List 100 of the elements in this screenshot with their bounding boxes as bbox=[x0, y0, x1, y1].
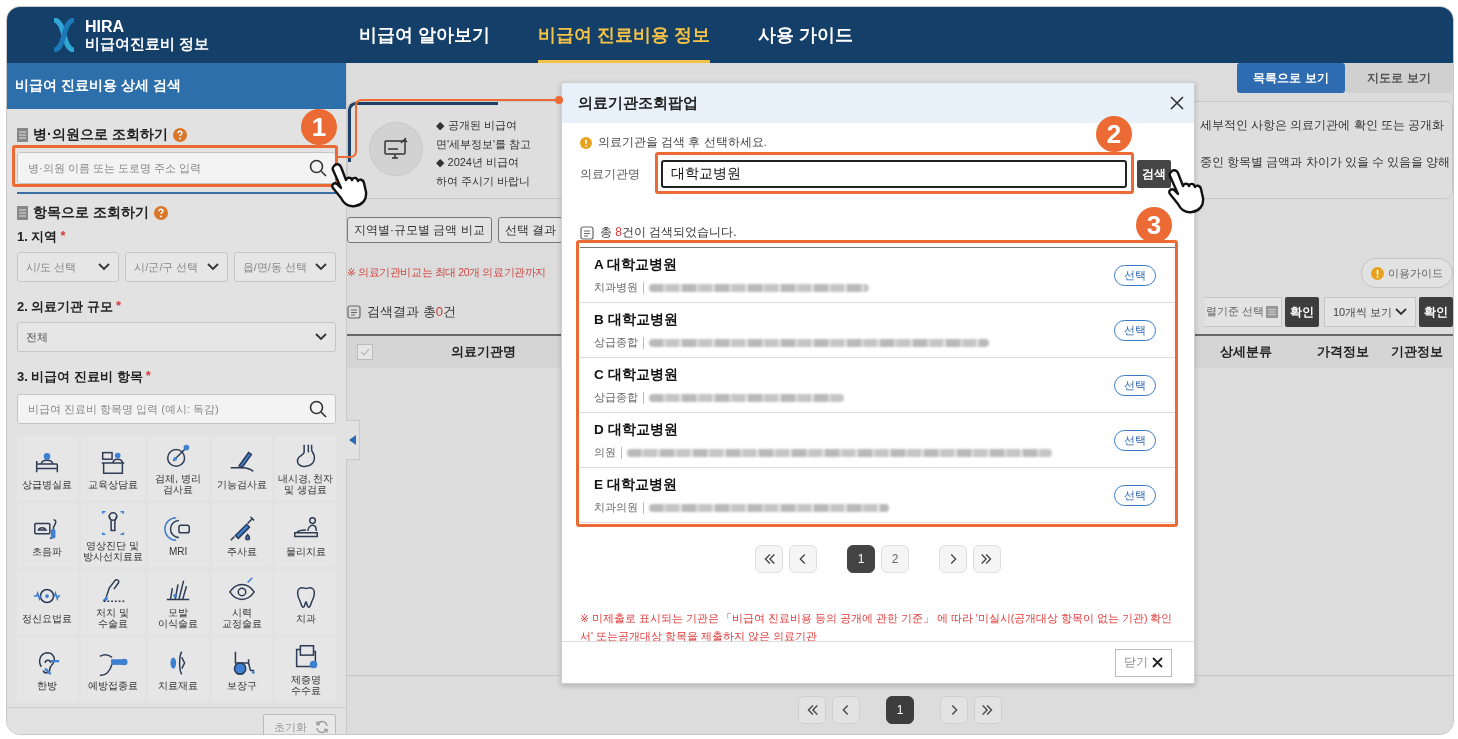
triangle-left-icon bbox=[349, 435, 356, 445]
category-tile[interactable]: 물리치료 bbox=[275, 503, 336, 567]
page-size-select[interactable]: 10개씩 보기 bbox=[1324, 297, 1416, 327]
page-prev-button[interactable] bbox=[832, 696, 860, 724]
notice-text: ◆ 2024년 비급여 bbox=[436, 155, 520, 170]
checkbox[interactable] bbox=[357, 344, 373, 360]
popup-title: 의료기관조회팝업 bbox=[578, 93, 698, 113]
select-button[interactable]: 선택 bbox=[1114, 264, 1156, 286]
result-count: 검색결과 총0건 bbox=[367, 303, 456, 321]
column-header: 상세분류 bbox=[1219, 343, 1273, 361]
collapse-tab[interactable] bbox=[346, 420, 360, 460]
compare-button[interactable]: 지역별·규모별 금액 비교 bbox=[347, 217, 492, 243]
category-tile[interactable]: 처치 및 수술료 bbox=[80, 570, 145, 634]
select-button[interactable]: 선택 bbox=[1114, 374, 1156, 396]
page-next-button[interactable] bbox=[940, 696, 968, 724]
page-button[interactable]: 1 bbox=[886, 696, 914, 724]
list-icon bbox=[347, 305, 361, 319]
hint-text: 의료기관을 검색 후 선택하세요. bbox=[598, 135, 767, 150]
view-tab[interactable]: 목록으로 보기 bbox=[1237, 63, 1345, 93]
search-icon[interactable] bbox=[309, 159, 327, 177]
logo-title: HIRA bbox=[85, 18, 126, 35]
hospital-type: 상급종합 bbox=[594, 390, 638, 405]
list-icon bbox=[17, 206, 28, 220]
scale-select[interactable]: 전체 bbox=[17, 322, 336, 352]
page-last-button[interactable] bbox=[973, 545, 1001, 573]
category-tile[interactable]: 모발 이식술료 bbox=[147, 570, 209, 634]
select-button[interactable]: 선택 bbox=[1114, 319, 1156, 341]
category-tile[interactable]: 제증명 수수료 bbox=[275, 637, 336, 701]
chevron-down-icon bbox=[1395, 308, 1407, 316]
page-button[interactable]: 1 bbox=[847, 545, 875, 573]
notice-text: 중인 항목별 금액과 차이가 있을 수 있음을 양해 bbox=[1200, 155, 1452, 170]
category-tile[interactable]: 교육상담료 bbox=[80, 436, 145, 500]
compare-note: ※ 의료기관비교는 최대 20개 의료기관까지 bbox=[347, 266, 546, 280]
required-mark: * bbox=[145, 368, 151, 385]
category-tile[interactable]: 정신요법료 bbox=[17, 570, 78, 634]
category-tile[interactable]: 치과 bbox=[275, 570, 336, 634]
close-icon bbox=[1152, 657, 1163, 668]
category-tile[interactable]: 기능검사료 bbox=[211, 436, 273, 500]
category-tile[interactable]: 내시경, 천자 및 생검료 bbox=[275, 436, 336, 500]
refresh-icon bbox=[315, 720, 329, 734]
monitor-icon bbox=[383, 137, 409, 161]
search-button[interactable]: 검색 bbox=[1137, 160, 1171, 188]
view-tab[interactable]: 지도로 보기 bbox=[1345, 63, 1453, 93]
page-first-button[interactable] bbox=[798, 696, 826, 724]
field-label: 의료기관명 bbox=[580, 166, 641, 182]
notice-text: 하여 주시기 바랍니 bbox=[436, 173, 531, 189]
category-tile[interactable]: 치료재료 bbox=[147, 637, 209, 701]
notice-text: 세부적인 사항은 의료기관에 확인 또는 공개화 bbox=[1200, 118, 1445, 133]
chevron-down-icon bbox=[315, 333, 327, 341]
hospital-type: 치과병원 bbox=[594, 280, 638, 295]
guide-button[interactable]: 이용가이드 bbox=[1361, 258, 1453, 288]
chevron-down-icon bbox=[315, 263, 327, 271]
nav-tab[interactable]: 사용 가이드 bbox=[758, 7, 854, 63]
page-first-button[interactable] bbox=[755, 545, 783, 573]
close-icon[interactable] bbox=[1170, 96, 1184, 110]
notice-text: ※ 미제출로 표시되는 기관은 「비급여 진료비용 등의 공개에 관한 기준」 에 따라 '미실시(공개대상 항목이 없는 기관) 확인서' 또는공개대상 항목을 제출하지 않은 의료기관 bbox=[580, 611, 1174, 644]
hospital-type: 의원 bbox=[594, 445, 616, 460]
category-tile[interactable]: 예방접종료 bbox=[80, 637, 145, 701]
category-tile[interactable]: 보장구 bbox=[211, 637, 273, 701]
category-tile[interactable]: MRI bbox=[147, 503, 209, 567]
chevron-down-icon bbox=[98, 263, 111, 271]
field-label: 3. 비급여 진료비 항목 bbox=[17, 368, 143, 386]
required-mark: * bbox=[116, 298, 122, 315]
help-icon[interactable] bbox=[153, 206, 168, 220]
column-header: 의료기관명 bbox=[449, 343, 517, 361]
list-icon bbox=[17, 128, 28, 142]
input-field[interactable]: 대학교병원 bbox=[661, 160, 1127, 188]
category-tile[interactable]: 시력 교정술료 bbox=[211, 570, 273, 634]
page-last-button[interactable] bbox=[974, 696, 1002, 724]
sort-select[interactable]: 렬기준 선택 bbox=[1205, 297, 1282, 327]
hospital-name: A 대학교병원 bbox=[594, 255, 678, 274]
category-tile[interactable]: 한방 bbox=[17, 637, 78, 701]
required-mark: * bbox=[60, 228, 66, 245]
category-tile[interactable]: 영상진단 및 방사선치료료 bbox=[80, 503, 145, 567]
select-button[interactable]: 선택 bbox=[1114, 429, 1156, 451]
alert-icon bbox=[580, 136, 592, 149]
list-icon bbox=[1266, 306, 1278, 318]
select-button[interactable]: 선택 bbox=[1114, 484, 1156, 506]
result-count: 총 8건이 검색되었습니다. bbox=[600, 224, 737, 241]
compare-button[interactable]: 선택 결과 bbox=[497, 217, 563, 243]
nav-tab[interactable]: 비급여 알아보기 bbox=[359, 7, 490, 63]
field-label: 1. 지역 bbox=[17, 228, 58, 246]
confirm-button[interactable]: 확인 bbox=[1419, 297, 1453, 327]
page-button[interactable]: 2 bbox=[881, 545, 909, 573]
category-tile[interactable]: 초음파 bbox=[17, 503, 78, 567]
field-label: 2. 의료기관 규모 bbox=[17, 298, 114, 316]
hospital-type: 상급종합 bbox=[594, 335, 638, 350]
column-header: 기관정보 bbox=[1390, 343, 1444, 361]
page-prev-button[interactable] bbox=[789, 545, 817, 573]
page-next-button[interactable] bbox=[939, 545, 967, 573]
category-tile[interactable]: 주사료 bbox=[211, 503, 273, 567]
category-tile[interactable]: 상급병실료 bbox=[17, 436, 78, 500]
section-heading: 병·의원으로 조회하기 bbox=[33, 126, 168, 144]
category-tile[interactable]: 검체, 병리 검사료 bbox=[147, 436, 209, 500]
help-icon[interactable] bbox=[172, 128, 187, 142]
hospital-name: D 대학교병원 bbox=[594, 420, 679, 439]
panel-title: 비급여 진료비용 상세 검색 bbox=[7, 63, 346, 109]
close-button[interactable]: 닫기 bbox=[1115, 648, 1172, 677]
confirm-button[interactable]: 확인 bbox=[1285, 297, 1319, 327]
search-icon[interactable] bbox=[309, 400, 327, 418]
